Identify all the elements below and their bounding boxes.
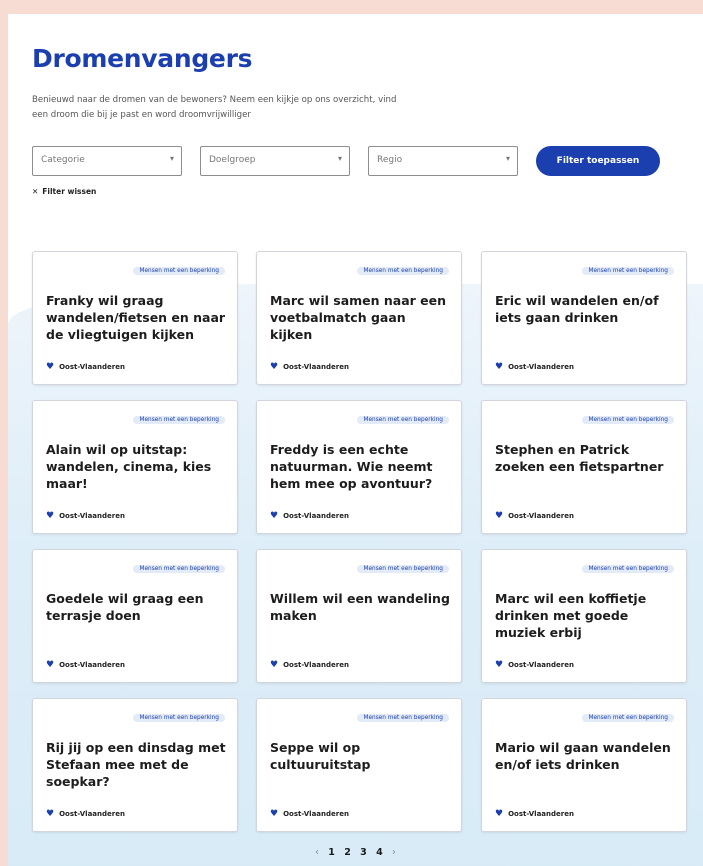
pagination-prev[interactable]: ‹ — [315, 847, 319, 858]
dream-card[interactable]: Mensen met een beperking Stephen en Patri… — [481, 400, 687, 534]
close-icon: ✕ — [32, 187, 39, 196]
category-badge: Mensen met een beperking — [133, 565, 225, 573]
category-badge: Mensen met een beperking — [133, 416, 225, 424]
region-label: Oost-Vlaanderen — [283, 810, 349, 818]
chevron-down-icon: ▾ — [337, 154, 342, 163]
dream-card-region: ♥ Oost-Vlaanderen — [270, 809, 349, 819]
category-badge: Mensen met een beperking — [133, 267, 225, 275]
intro-text: Benieuwd naar de dromen van de bewoners?… — [32, 95, 397, 120]
pagination-page-2[interactable]: 2 — [344, 847, 351, 858]
dream-card[interactable]: Mensen met een beperking Seppe wil op cul… — [256, 698, 462, 832]
apply-filter-button[interactable]: Filter toepassen — [536, 146, 660, 176]
region-select[interactable]: Regio ▾ — [368, 146, 518, 176]
heart-icon: ♥ — [495, 809, 504, 819]
region-label: Oost-Vlaanderen — [59, 810, 125, 818]
category-badge: Mensen met een beperking — [133, 714, 225, 722]
heart-icon: ♥ — [495, 511, 504, 521]
dream-card[interactable]: Mensen met een beperking Mario wil gaan w… — [481, 698, 687, 832]
dream-card-region: ♥ Oost-Vlaanderen — [495, 511, 574, 521]
clear-filter-label: Filter wissen — [42, 187, 97, 196]
content: Dromenvangers Benieuwd naar de dromen va… — [8, 14, 703, 866]
page-title: Dromenvangers — [32, 44, 253, 73]
dream-card-title: Goedele wil graag een terrasje doen — [46, 591, 204, 623]
dream-card-region: ♥ Oost-Vlaanderen — [46, 809, 125, 819]
category-badge: Mensen met een beperking — [582, 714, 674, 722]
dream-card-title: Freddy is een echte natuurman. Wie neemt… — [270, 442, 433, 491]
region-label: Oost-Vlaanderen — [508, 512, 574, 520]
heart-icon: ♥ — [270, 660, 279, 670]
dream-card-region: ♥ Oost-Vlaanderen — [495, 809, 574, 819]
region-label: Oost-Vlaanderen — [283, 512, 349, 520]
heart-icon: ♥ — [495, 660, 504, 670]
heart-icon: ♥ — [46, 511, 55, 521]
dream-card-region: ♥ Oost-Vlaanderen — [270, 511, 349, 521]
dream-card-region: ♥ Oost-Vlaanderen — [495, 362, 574, 372]
pagination-page-4[interactable]: 4 — [376, 847, 383, 858]
pagination-page-3[interactable]: 3 — [360, 847, 367, 858]
dream-card[interactable]: Mensen met een beperking Goedele wil graa… — [32, 549, 238, 683]
dream-card-region: ♥ Oost-Vlaanderen — [46, 511, 125, 521]
heart-icon: ♥ — [270, 362, 279, 372]
category-badge: Mensen met een beperking — [582, 565, 674, 573]
dream-card-title: Rij jij op een dinsdag met Stefaan mee m… — [46, 740, 226, 789]
region-label: Oost-Vlaanderen — [59, 512, 125, 520]
dream-card-region: ♥ Oost-Vlaanderen — [495, 660, 574, 670]
dream-card[interactable]: Mensen met een beperking Freddy is een ec… — [256, 400, 462, 534]
region-label: Oost-Vlaanderen — [283, 661, 349, 669]
category-select-label: Categorie — [41, 155, 85, 165]
dream-card[interactable]: Mensen met een beperking Alain wil op uit… — [32, 400, 238, 534]
target-group-select-label: Doelgroep — [209, 155, 256, 165]
chevron-down-icon: ▾ — [169, 154, 174, 163]
region-label: Oost-Vlaanderen — [59, 661, 125, 669]
region-label: Oost-Vlaanderen — [508, 661, 574, 669]
heart-icon: ♥ — [46, 660, 55, 670]
target-group-select[interactable]: Doelgroep ▾ — [200, 146, 350, 176]
region-label: Oost-Vlaanderen — [508, 810, 574, 818]
pagination: ‹ 1 2 3 4 › — [8, 847, 703, 858]
dream-card-region: ♥ Oost-Vlaanderen — [46, 660, 125, 670]
region-label: Oost-Vlaanderen — [283, 363, 349, 371]
region-select-label: Regio — [377, 155, 403, 165]
category-badge: Mensen met een beperking — [357, 416, 449, 424]
category-badge: Mensen met een beperking — [582, 416, 674, 424]
dream-card-title: Eric wil wandelen en/of iets gaan drinke… — [495, 293, 659, 325]
dream-card[interactable]: Mensen met een beperking Marc wil samen n… — [256, 251, 462, 385]
dream-card[interactable]: Mensen met een beperking Marc wil een kof… — [481, 549, 687, 683]
region-label: Oost-Vlaanderen — [59, 363, 125, 371]
category-badge: Mensen met een beperking — [357, 565, 449, 573]
heart-icon: ♥ — [46, 809, 55, 819]
dream-card[interactable]: Mensen met een beperking Eric wil wandele… — [481, 251, 687, 385]
category-select[interactable]: Categorie ▾ — [32, 146, 182, 176]
dream-card-title: Marc wil een koffietje drinken met goede… — [495, 591, 647, 640]
dream-card-title: Franky wil graag wandelen/fietsen en naa… — [46, 293, 226, 342]
dream-card-title: Marc wil samen naar een voetbalmatch gaa… — [270, 293, 447, 342]
category-badge: Mensen met een beperking — [357, 714, 449, 722]
heart-icon: ♥ — [270, 809, 279, 819]
dream-card-title: Alain wil op uitstap: wandelen, cinema, … — [46, 442, 212, 491]
dream-card-title: Seppe wil op cultuuruitstap — [270, 740, 371, 772]
category-badge: Mensen met een beperking — [582, 267, 674, 275]
chevron-down-icon: ▾ — [505, 154, 510, 163]
dream-card[interactable]: Mensen met een beperking Willem wil een w… — [256, 549, 462, 683]
heart-icon: ♥ — [270, 511, 279, 521]
dream-card-title: Stephen en Patrick zoeken een fietspartn… — [495, 442, 664, 474]
dream-card-region: ♥ Oost-Vlaanderen — [270, 362, 349, 372]
pagination-next[interactable]: › — [392, 847, 396, 858]
page: Dromenvangers Benieuwd naar de dromen va… — [8, 14, 703, 866]
dream-card[interactable]: Mensen met een beperking Franky wil graag… — [32, 251, 238, 385]
region-label: Oost-Vlaanderen — [508, 363, 574, 371]
dream-card-region: ♥ Oost-Vlaanderen — [46, 362, 125, 372]
pagination-page-1[interactable]: 1 — [328, 847, 335, 858]
dream-card[interactable]: Mensen met een beperking Rij jij op een d… — [32, 698, 238, 832]
dream-card-grid: Mensen met een beperking Franky wil graag… — [32, 251, 692, 837]
dream-card-title: Willem wil een wandeling maken — [270, 591, 450, 623]
dream-card-title: Mario wil gaan wandelen en/of iets drink… — [495, 740, 671, 772]
clear-filter-link[interactable]: ✕ Filter wissen — [32, 187, 96, 196]
category-badge: Mensen met een beperking — [357, 267, 449, 275]
heart-icon: ♥ — [495, 362, 504, 372]
heart-icon: ♥ — [46, 362, 55, 372]
dream-card-region: ♥ Oost-Vlaanderen — [270, 660, 349, 670]
